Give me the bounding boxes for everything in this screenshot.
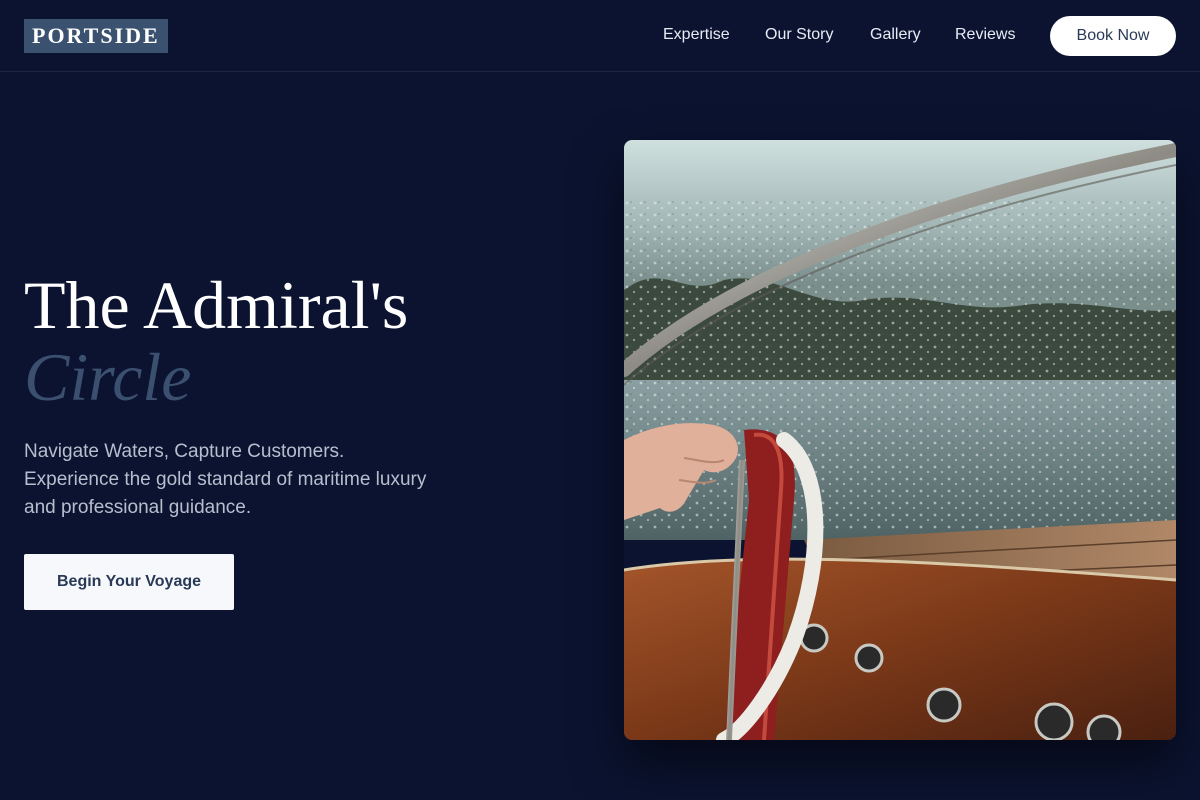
nav-link-expertise[interactable]: Expertise xyxy=(663,24,730,46)
nav-link-our-story[interactable]: Our Story xyxy=(765,24,833,46)
nav-link-reviews[interactable]: Reviews xyxy=(955,24,1015,46)
site-header: PORTSIDE Expertise Our Story Gallery Rev… xyxy=(0,0,1200,72)
landing-page: PORTSIDE Expertise Our Story Gallery Rev… xyxy=(0,0,1200,800)
book-now-button[interactable]: Book Now xyxy=(1050,16,1176,56)
hero-description: Navigate Waters, Capture Customers. Expe… xyxy=(24,441,427,518)
boat-steering-wheel-illustration xyxy=(624,140,1176,740)
begin-voyage-button[interactable]: Begin Your Voyage xyxy=(24,554,234,610)
hero-title: The Admiral's xyxy=(24,267,409,343)
hero-title-accent: Circle xyxy=(24,339,192,415)
hero-image xyxy=(624,140,1176,740)
nav-link-gallery[interactable]: Gallery xyxy=(870,24,921,46)
main-nav: Expertise Our Story Gallery Reviews Book… xyxy=(0,0,1200,72)
